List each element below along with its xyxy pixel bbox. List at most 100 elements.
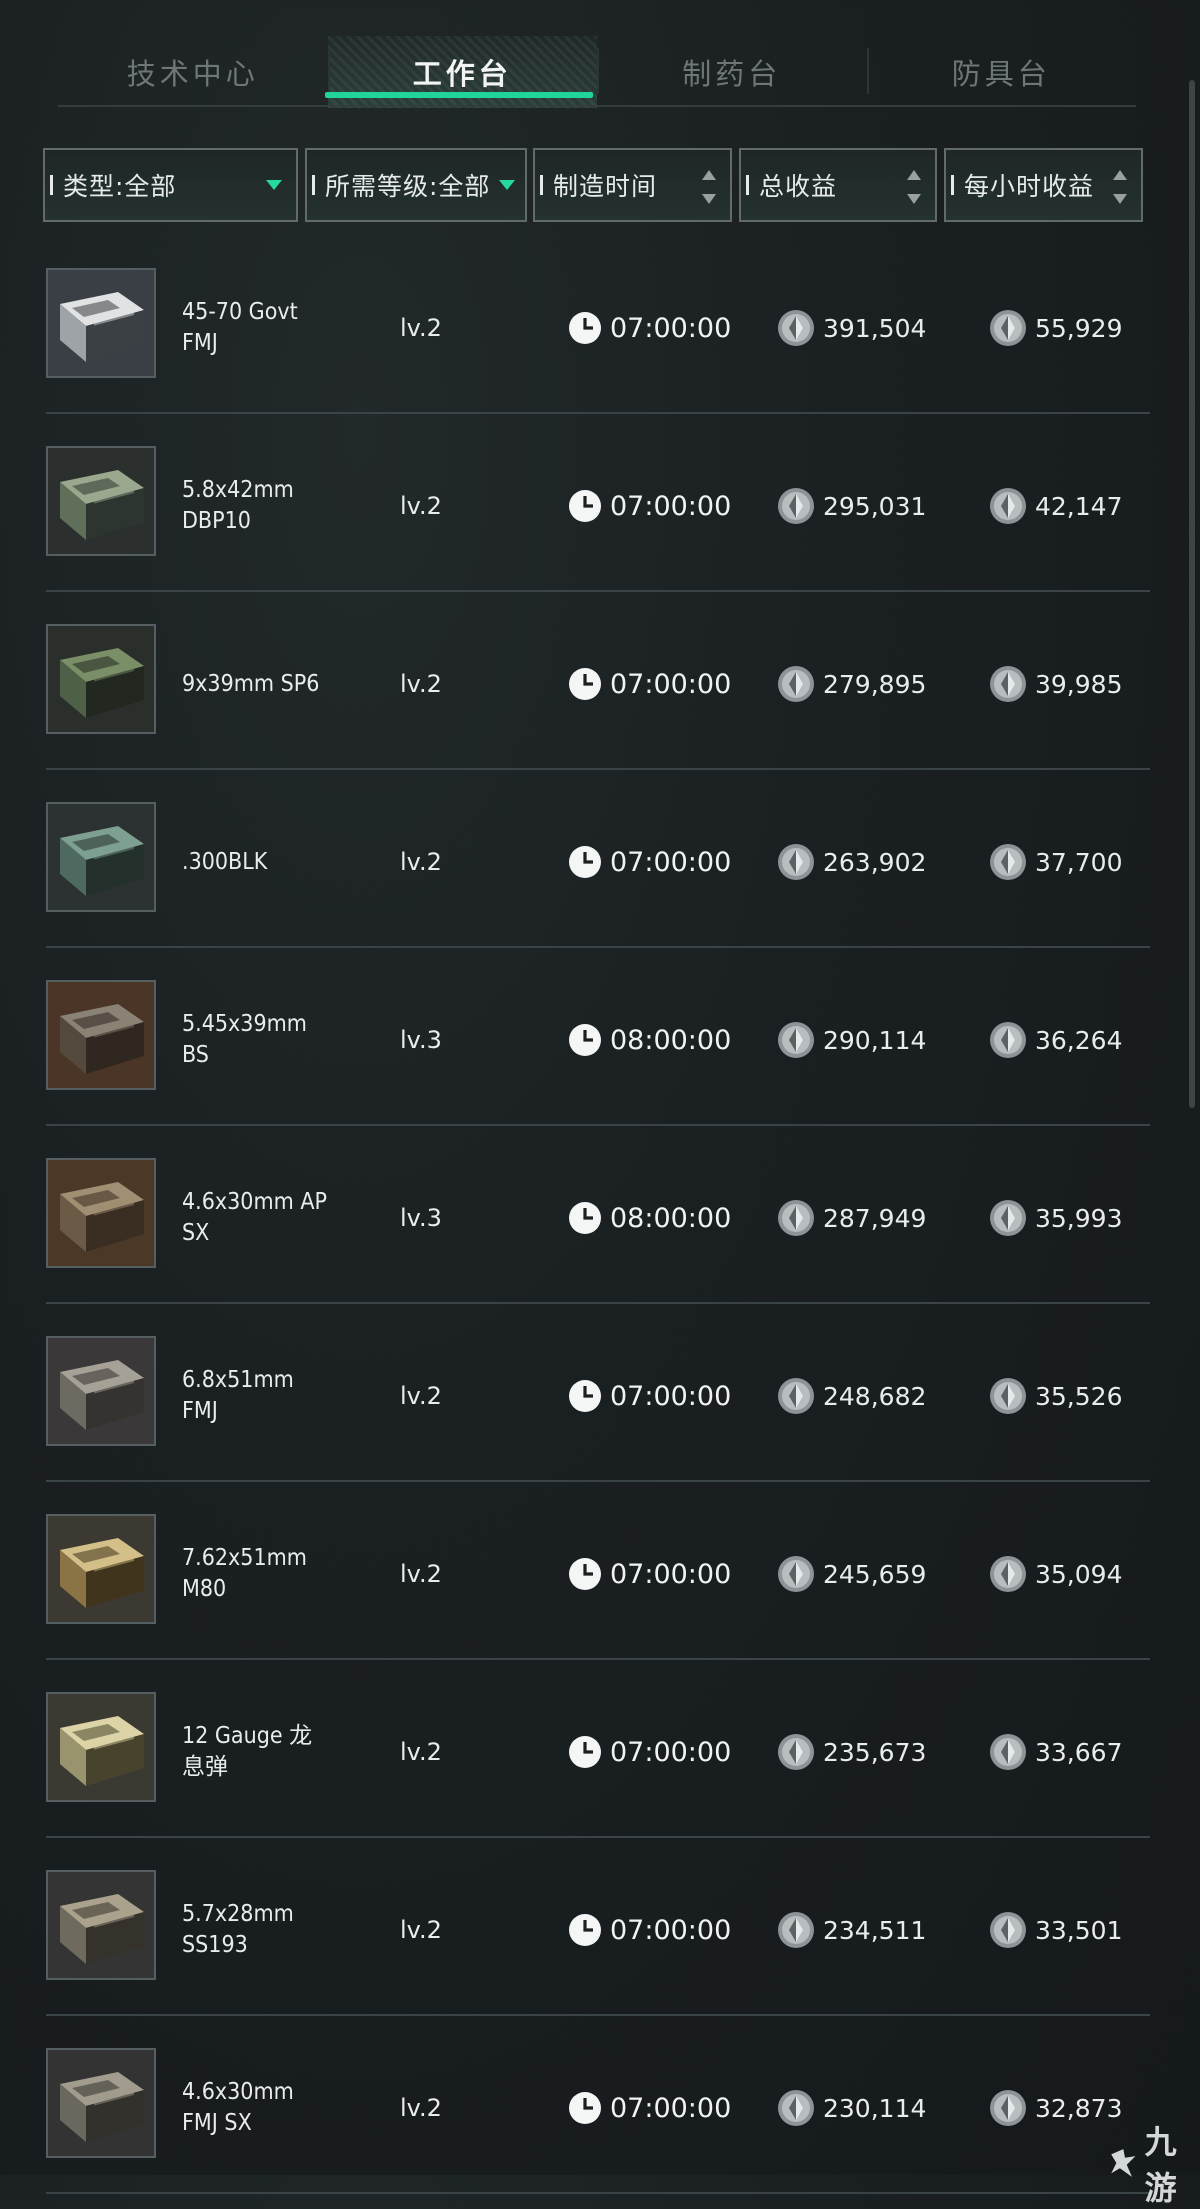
craft-time: 07:00:00	[568, 596, 731, 772]
hourly-profit: 33,501	[989, 1842, 1122, 2018]
filter-marker	[540, 175, 543, 195]
craft-time-value: 07:00:00	[610, 668, 732, 700]
required-level: lv.2	[400, 848, 442, 876]
ammo-box-icon	[46, 446, 156, 556]
recipe-row[interactable]: 9x39mm SP6 lv.2 07:00:00 279,895 39,985	[0, 596, 1200, 774]
hourly-profit-value: 33,501	[1035, 1915, 1123, 1945]
coin-icon	[990, 488, 1026, 524]
recipe-row[interactable]: 45-70 Govt FMJ lv.2 07:00:00 391,504 55,…	[0, 240, 1200, 418]
coin-icon	[990, 666, 1026, 702]
clock-icon	[569, 1736, 601, 1768]
recipe-row[interactable]: 4.6x30mm AP SX lv.3 08:00:00 287,949 35,…	[0, 1130, 1200, 1308]
hourly-profit: 37,700	[989, 774, 1122, 950]
craft-time-value: 07:00:00	[610, 312, 732, 344]
craft-time-value: 07:00:00	[610, 1914, 732, 1946]
recipe-row[interactable]: .300BLK lv.2 07:00:00 263,902 37,700	[0, 774, 1200, 952]
total-profit: 248,682	[777, 1308, 926, 1484]
tab-armor-bench[interactable]: 防具台	[866, 36, 1137, 108]
hourly-profit-value: 55,929	[1035, 313, 1123, 343]
craft-time-value: 07:00:00	[610, 1558, 732, 1590]
ammo-box-icon	[46, 802, 156, 912]
total-profit-value: 245,659	[823, 1559, 927, 1589]
ammo-box-icon	[46, 1158, 156, 1268]
row-divider	[46, 2192, 1150, 2194]
hourly-profit-value: 33,667	[1035, 1737, 1123, 1767]
row-divider	[46, 946, 1150, 948]
clock-icon	[569, 846, 601, 878]
craft-time-value: 07:00:00	[610, 490, 732, 522]
recipe-row[interactable]: 5.8x42mm DBP10 lv.2 07:00:00 295,031 42,…	[0, 418, 1200, 596]
craft-time-sort[interactable]: 制造时间	[533, 148, 732, 222]
hourly-profit: 36,264	[989, 952, 1122, 1128]
row-divider	[46, 1836, 1150, 1838]
coin-icon	[778, 1022, 814, 1058]
watermark-text: 九游	[1144, 2123, 1177, 2207]
coin-icon	[990, 1912, 1026, 1948]
total-profit: 263,902	[777, 774, 926, 950]
craft-time-value: 07:00:00	[610, 846, 732, 878]
craft-time-value: 07:00:00	[610, 2092, 732, 2124]
required-level: lv.2	[400, 492, 442, 520]
craft-time: 07:00:00	[568, 1842, 731, 2018]
coin-icon	[778, 310, 814, 346]
sort-arrows-icon	[702, 170, 716, 204]
recipe-row[interactable]: 7.62x51mm M80 lv.2 07:00:00 245,659 35,0…	[0, 1486, 1200, 1664]
recipe-row[interactable]: 5.7x28mm SS193 lv.2 07:00:00 234,511 33,…	[0, 1842, 1200, 2020]
total-profit-value: 234,511	[823, 1915, 927, 1945]
row-divider	[46, 768, 1150, 770]
total-profit: 279,895	[777, 596, 926, 772]
ammo-box-icon	[46, 1870, 156, 1980]
craft-time-label: 制造时间	[553, 172, 658, 201]
coin-icon	[990, 844, 1026, 880]
filter-marker	[951, 175, 954, 195]
required-level: lv.3	[400, 1204, 442, 1232]
recipe-row[interactable]: 5.45x39mm BS lv.3 08:00:00 290,114 36,26…	[0, 952, 1200, 1130]
total-profit-value: 279,895	[823, 669, 927, 699]
craft-time: 07:00:00	[568, 1308, 731, 1484]
clock-icon	[569, 668, 601, 700]
total-profit: 295,031	[777, 418, 926, 594]
hourly-profit-value: 42,147	[1035, 491, 1123, 521]
scrollbar[interactable]	[1189, 80, 1195, 1108]
level-filter-dropdown[interactable]: 所需等级:全部	[305, 148, 527, 222]
craft-time: 08:00:00	[568, 1130, 731, 1306]
filter-marker	[312, 175, 315, 195]
item-name: 5.7x28mm SS193	[182, 1901, 294, 1958]
hourly-profit: 35,526	[989, 1308, 1122, 1484]
type-filter-dropdown[interactable]: 类型:全部	[43, 148, 298, 222]
row-divider	[46, 2014, 1150, 2016]
ammo-box-icon	[46, 980, 156, 1090]
craft-time: 07:00:00	[568, 1664, 731, 1840]
hourly-profit-sort[interactable]: 每小时收益	[944, 148, 1143, 222]
craft-time: 07:00:00	[568, 2020, 731, 2196]
coin-icon	[990, 1022, 1026, 1058]
coin-icon	[990, 2090, 1026, 2126]
hourly-profit-value: 39,985	[1035, 669, 1123, 699]
total-profit-sort[interactable]: 总收益	[739, 148, 937, 222]
craft-time: 07:00:00	[568, 774, 731, 950]
row-divider	[46, 1658, 1150, 1660]
level-filter-label: 所需等级:全部	[325, 172, 491, 201]
total-profit-value: 295,031	[823, 491, 927, 521]
recipe-row[interactable]: 12 Gauge 龙 息弹 lv.2 07:00:00 235,673 33,6…	[0, 1664, 1200, 1842]
coin-icon	[778, 2090, 814, 2126]
sort-arrows-icon	[907, 170, 921, 204]
row-divider	[46, 1124, 1150, 1126]
watermark: 九游	[1106, 2117, 1200, 2209]
hourly-profit: 42,147	[989, 418, 1122, 594]
hourly-profit: 33,667	[989, 1664, 1122, 1840]
required-level: lv.2	[400, 1738, 442, 1766]
craft-time-value: 08:00:00	[610, 1202, 732, 1234]
recipe-row[interactable]: 4.6x30mm FMJ SX lv.2 07:00:00 230,114 32…	[0, 2020, 1200, 2198]
sort-arrows-icon	[1113, 170, 1127, 204]
coin-icon	[778, 844, 814, 880]
total-profit: 290,114	[777, 952, 926, 1128]
tab-pharmacy[interactable]: 制药台	[597, 36, 867, 108]
clock-icon	[569, 312, 601, 344]
tab-tech-center[interactable]: 技术中心	[58, 36, 328, 108]
craft-time-value: 07:00:00	[610, 1736, 732, 1768]
coin-icon	[778, 1200, 814, 1236]
craft-time: 07:00:00	[568, 1486, 731, 1662]
recipe-row[interactable]: 6.8x51mm FMJ lv.2 07:00:00 248,682 35,52…	[0, 1308, 1200, 1486]
row-divider	[46, 1302, 1150, 1304]
